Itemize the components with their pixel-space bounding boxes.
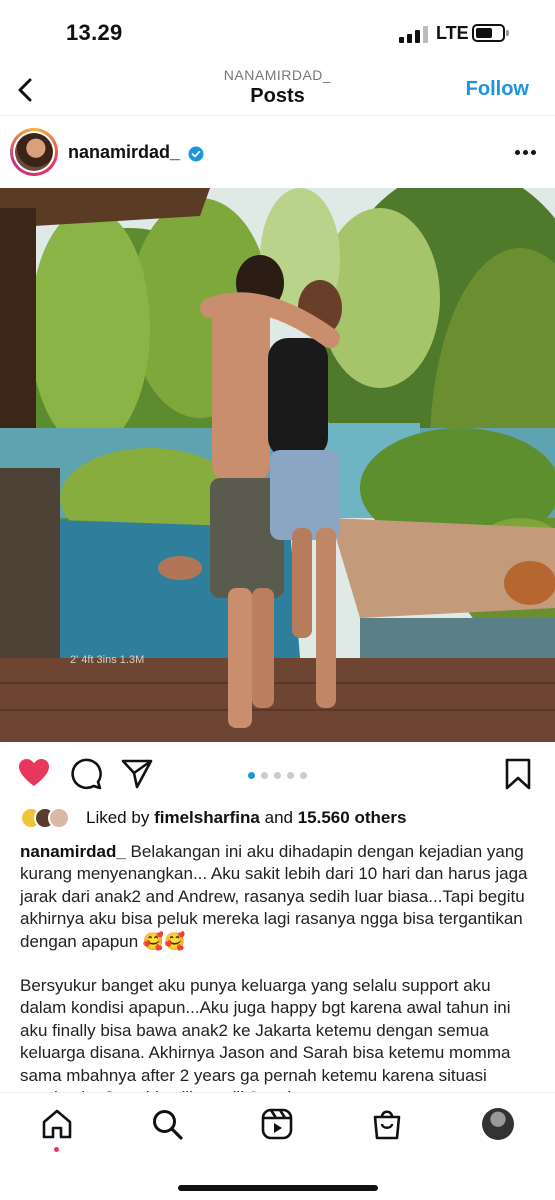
home-icon[interactable] <box>40 1107 74 1141</box>
likes-text: Liked by fimelsharfina and 15.560 others <box>86 808 407 827</box>
carousel-indicator <box>248 772 308 780</box>
post-caption: nanamirdad_ Belakangan ini aku dihadapin… <box>20 841 540 1109</box>
caption-text-2: Bersyukur banget aku punya keluarga yang… <box>20 976 511 1107</box>
post-actions <box>0 752 555 798</box>
likes-row[interactable]: Liked by fimelsharfina and 15.560 others <box>20 806 540 832</box>
bottom-nav <box>0 1092 555 1200</box>
pool-depth-sign: 2' 4ft 3ins 1.3M <box>70 654 144 666</box>
signal-icon <box>399 25 429 43</box>
shop-icon[interactable] <box>370 1107 404 1141</box>
send-icon[interactable] <box>121 758 153 790</box>
liked-by-user[interactable]: fimelsharfina <box>154 808 260 827</box>
reels-icon[interactable] <box>260 1107 294 1141</box>
more-horizontal-icon[interactable] <box>515 150 537 156</box>
search-icon[interactable] <box>150 1107 184 1141</box>
profile-avatar[interactable] <box>482 1108 514 1140</box>
home-indicator <box>178 1185 378 1191</box>
follow-button[interactable]: Follow <box>466 78 529 101</box>
status-bar: 13.29 LTE <box>0 0 555 64</box>
status-time: 13.29 <box>66 20 123 45</box>
heart-icon[interactable] <box>18 758 50 788</box>
verified-badge-icon <box>188 146 204 162</box>
battery-icon <box>472 24 509 42</box>
network-label: LTE <box>436 23 469 43</box>
likes-count[interactable]: 15.560 others <box>298 808 407 827</box>
notification-dot <box>54 1147 59 1152</box>
post-photo[interactable]: 2' 4ft 3ins 1.3M <box>0 188 555 742</box>
caption-username[interactable]: nanamirdad_ <box>20 842 126 861</box>
liker-avatars <box>20 806 80 830</box>
post-username[interactable]: nanamirdad_ <box>68 142 180 163</box>
avatar[interactable] <box>10 128 58 176</box>
comment-icon[interactable] <box>70 758 102 790</box>
bookmark-icon[interactable] <box>505 758 531 790</box>
post-header: nanamirdad_ <box>0 124 555 182</box>
top-header: NANAMIRDAD_ Posts Follow <box>0 64 555 116</box>
